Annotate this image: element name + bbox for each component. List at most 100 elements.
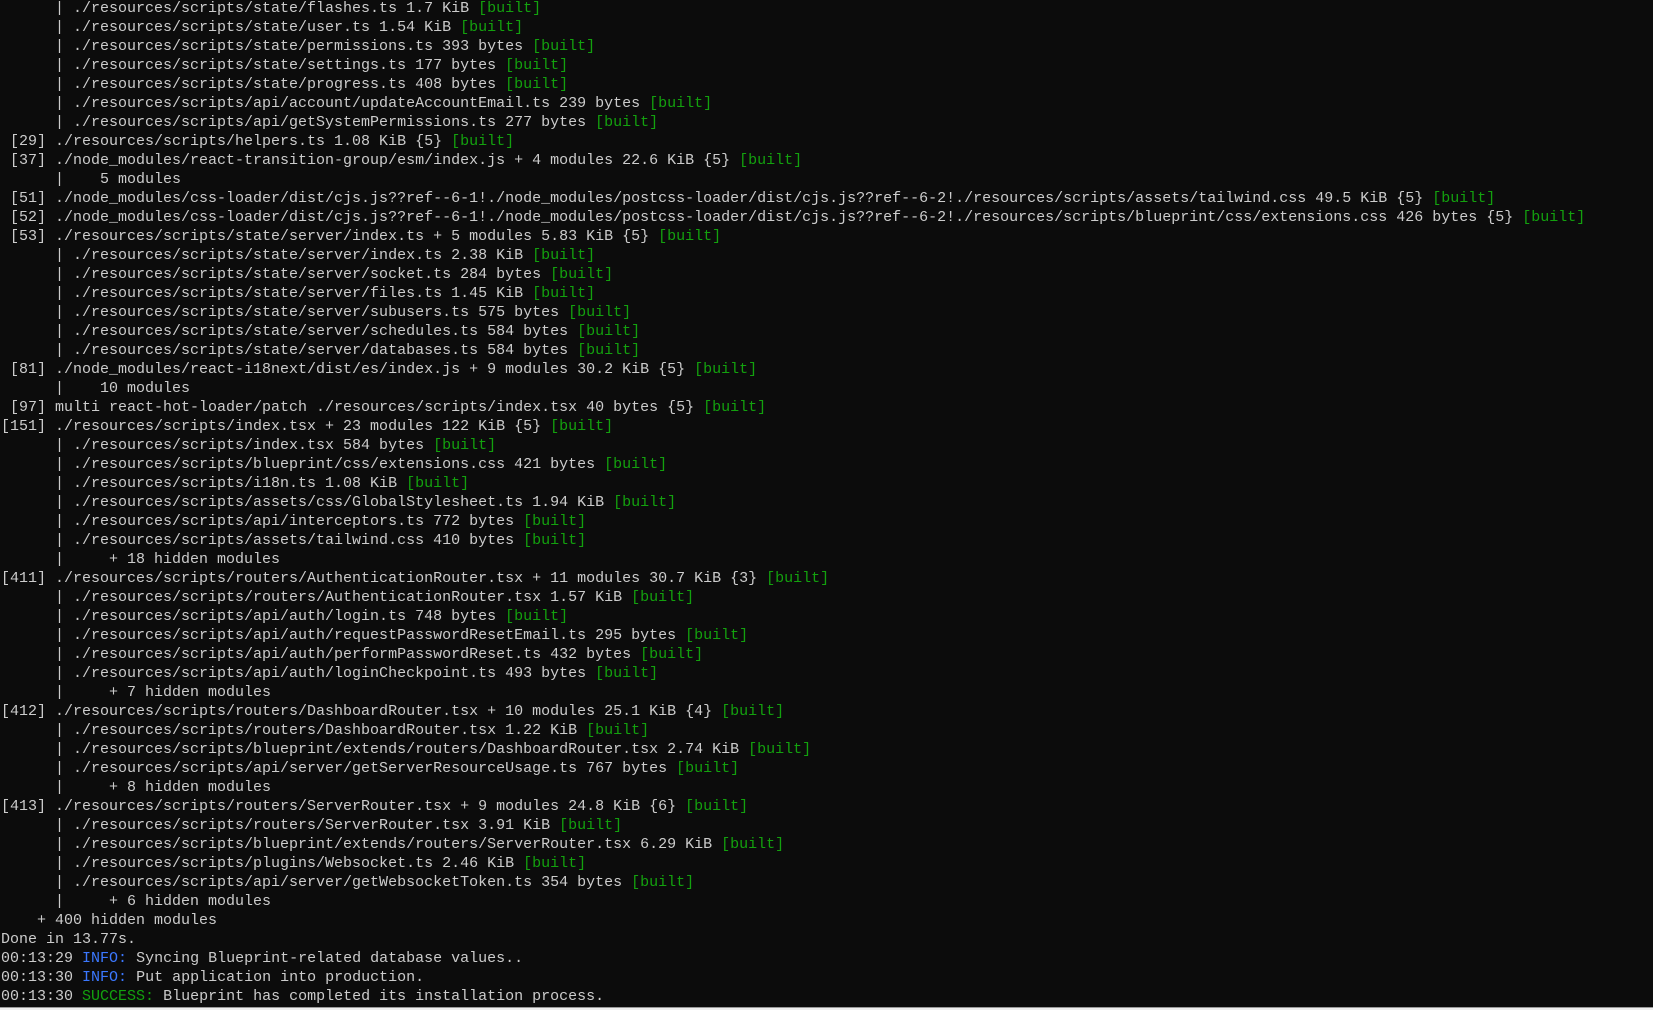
terminal-line: | ./resources/scripts/state/permissions.…	[1, 37, 1651, 56]
build-status: [built]	[559, 817, 623, 834]
build-status: [built]	[595, 665, 659, 682]
terminal-line: | ./resources/scripts/state/progress.ts …	[1, 75, 1651, 94]
terminal-line: | ./resources/scripts/state/flashes.ts 1…	[1, 0, 1651, 18]
output-text: | ./resources/scripts/api/server/getWebs…	[1, 874, 623, 891]
output-text: | ./resources/scripts/routers/Authentica…	[1, 589, 623, 606]
build-status: [built]	[613, 494, 677, 511]
output-text: [413] ./resources/scripts/routers/Server…	[1, 798, 677, 815]
terminal-line: | ./resources/scripts/api/auth/login.ts …	[1, 607, 1651, 626]
build-status: [built]	[739, 152, 803, 169]
output-text: | ./resources/scripts/state/server/datab…	[1, 342, 569, 359]
terminal-line: Done in 13.77s.	[1, 930, 1651, 949]
output-text: | ./resources/scripts/state/flashes.ts 1…	[1, 0, 470, 17]
terminal-line: | ./resources/scripts/api/auth/requestPa…	[1, 626, 1651, 645]
build-status: [built]	[748, 741, 812, 758]
output-text: [151] ./resources/scripts/index.tsx + 23…	[1, 418, 542, 435]
build-status: [built]	[550, 418, 614, 435]
output-text: | + 8 hidden modules	[1, 779, 272, 796]
terminal-line: | ./resources/scripts/blueprint/extends/…	[1, 740, 1651, 759]
output-text: | 5 modules	[1, 171, 182, 188]
build-status: [built]	[577, 323, 641, 340]
terminal-line: | ./resources/scripts/state/server/socke…	[1, 265, 1651, 284]
terminal-line: | ./resources/scripts/api/server/getWebs…	[1, 873, 1651, 892]
output-text: | ./resources/scripts/api/interceptors.t…	[1, 513, 515, 530]
build-status: [built]	[532, 285, 596, 302]
terminal-line: | ./resources/scripts/routers/Authentica…	[1, 588, 1651, 607]
build-status: [built]	[595, 114, 659, 131]
terminal-line: [52] ./node_modules/css-loader/dist/cjs.…	[1, 208, 1651, 227]
output-text: [37] ./node_modules/react-transition-gro…	[1, 152, 731, 169]
log-line: 00:13:30 INFO: Put application into prod…	[1, 968, 1651, 987]
build-status: [built]	[460, 19, 524, 36]
output-text: Done in 13.77s.	[1, 931, 137, 948]
build-status: [built]	[604, 456, 668, 473]
build-status: [built]	[523, 513, 587, 530]
output-text: [52] ./node_modules/css-loader/dist/cjs.…	[1, 209, 1514, 226]
terminal-line: | ./resources/scripts/state/server/sched…	[1, 322, 1651, 341]
terminal-line: | ./resources/scripts/index.tsx 584 byte…	[1, 436, 1651, 455]
terminal-line: | ./resources/scripts/api/account/update…	[1, 94, 1651, 113]
terminal-line: | + 6 hidden modules	[1, 892, 1651, 911]
terminal-line: | ./resources/scripts/blueprint/css/exte…	[1, 455, 1651, 474]
terminal-line: [411] ./resources/scripts/routers/Authen…	[1, 569, 1651, 588]
build-status: [built]	[433, 437, 497, 454]
build-status: [built]	[523, 532, 587, 549]
build-status: [built]	[532, 38, 596, 55]
terminal-line: | ./resources/scripts/state/user.ts 1.54…	[1, 18, 1651, 37]
terminal-line: [412] ./resources/scripts/routers/Dashbo…	[1, 702, 1651, 721]
output-text: | ./resources/scripts/i18n.ts 1.08 KiB	[1, 475, 398, 492]
build-status: [built]	[577, 342, 641, 359]
output-text: [53] ./resources/scripts/state/server/in…	[1, 228, 650, 245]
build-status: [built]	[568, 304, 632, 321]
terminal-line: | ./resources/scripts/plugins/Websocket.…	[1, 854, 1651, 873]
log-timestamp: 00:13:30	[1, 969, 74, 986]
output-text: | ./resources/scripts/state/permissions.…	[1, 38, 524, 55]
terminal-line: [97] multi react-hot-loader/patch ./reso…	[1, 398, 1651, 417]
log-message: Blueprint has completed its installation…	[163, 988, 605, 1005]
build-status: [built]	[640, 646, 704, 663]
terminal-output: | ./resources/scripts/state/flashes.ts 1…	[1, 0, 1651, 1006]
build-status: [built]	[721, 703, 785, 720]
output-text: | ./resources/scripts/state/server/subus…	[1, 304, 560, 321]
output-text: | + 6 hidden modules	[1, 893, 272, 910]
log-timestamp: 00:13:29	[1, 950, 74, 967]
terminal-line: | ./resources/scripts/state/server/subus…	[1, 303, 1651, 322]
terminal-line: | ./resources/scripts/blueprint/extends/…	[1, 835, 1651, 854]
output-text: | ./resources/scripts/routers/ServerRout…	[1, 817, 551, 834]
output-text: [411] ./resources/scripts/routers/Authen…	[1, 570, 758, 587]
log-level-success: SUCCESS:	[82, 988, 155, 1005]
build-status: [built]	[1432, 190, 1496, 207]
output-text: | ./resources/scripts/api/auth/requestPa…	[1, 627, 677, 644]
output-text: [97] multi react-hot-loader/patch ./reso…	[1, 399, 695, 416]
log-line: 00:13:29 INFO: Syncing Blueprint-related…	[1, 949, 1651, 968]
build-status: [built]	[649, 95, 713, 112]
build-status: [built]	[451, 133, 515, 150]
build-status: [built]	[631, 874, 695, 891]
build-status: [built]	[406, 475, 470, 492]
terminal-window[interactable]: | ./resources/scripts/state/flashes.ts 1…	[0, 0, 1653, 1007]
log-timestamp: 00:13:30	[1, 988, 74, 1005]
terminal-line: | ./resources/scripts/assets/css/GlobalS…	[1, 493, 1651, 512]
terminal-line: | ./resources/scripts/i18n.ts 1.08 KiB […	[1, 474, 1651, 493]
output-text: | ./resources/scripts/routers/DashboardR…	[1, 722, 578, 739]
terminal-line: | ./resources/scripts/state/server/index…	[1, 246, 1651, 265]
log-message: Syncing Blueprint-related database value…	[136, 950, 524, 967]
terminal-line: | + 7 hidden modules	[1, 683, 1651, 702]
terminal-line: [81] ./node_modules/react-i18next/dist/e…	[1, 360, 1651, 379]
output-text: | + 18 hidden modules	[1, 551, 281, 568]
terminal-line: | ./resources/scripts/state/server/files…	[1, 284, 1651, 303]
output-text: | + 7 hidden modules	[1, 684, 272, 701]
output-text: | ./resources/scripts/assets/css/GlobalS…	[1, 494, 605, 511]
build-status: [built]	[766, 570, 830, 587]
terminal-line: | + 18 hidden modules	[1, 550, 1651, 569]
output-text: | ./resources/scripts/plugins/Websocket.…	[1, 855, 515, 872]
output-text: | ./resources/scripts/state/progress.ts …	[1, 76, 497, 93]
output-text: [29] ./resources/scripts/helpers.ts 1.08…	[1, 133, 443, 150]
log-level-info: INFO:	[82, 950, 128, 967]
terminal-line: [53] ./resources/scripts/state/server/in…	[1, 227, 1651, 246]
terminal-line: | + 8 hidden modules	[1, 778, 1651, 797]
terminal-line: [37] ./node_modules/react-transition-gro…	[1, 151, 1651, 170]
build-status: [built]	[505, 76, 569, 93]
terminal-line: [51] ./node_modules/css-loader/dist/cjs.…	[1, 189, 1651, 208]
output-text: | ./resources/scripts/state/server/sched…	[1, 323, 569, 340]
